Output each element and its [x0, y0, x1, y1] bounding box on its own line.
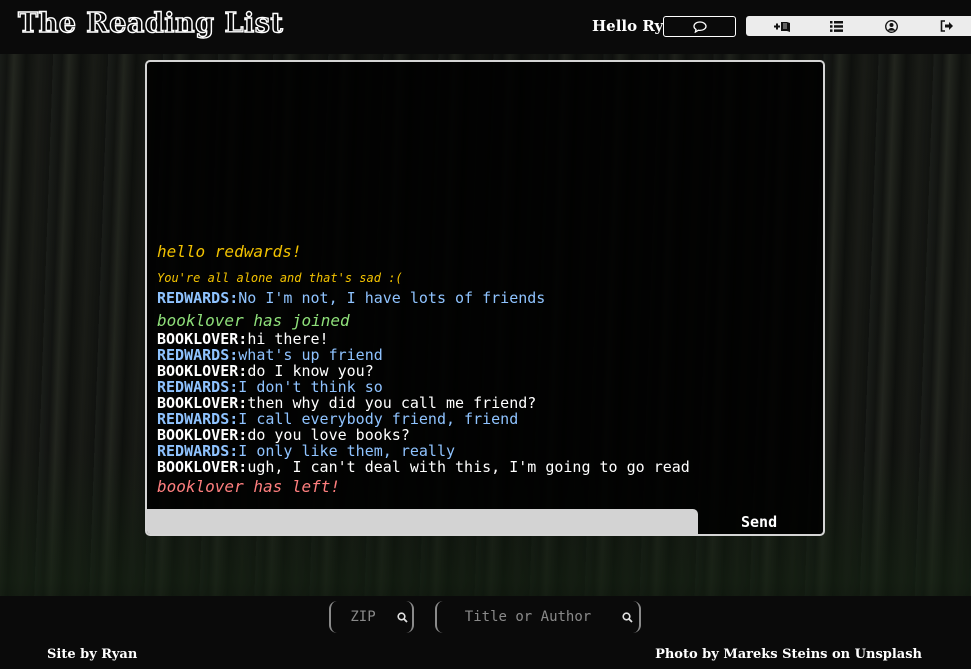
message-author: BOOKLOVER: [157, 458, 248, 476]
search-icon [621, 611, 633, 623]
left-notice: booklover has left! [157, 477, 341, 496]
chat-message: BOOKLOVER:then why did you call me frien… [157, 395, 813, 411]
chat-message: REDWARDS:I don't think so [157, 379, 813, 395]
brand-title[interactable]: The Reading List [17, 7, 283, 39]
chat-message: REDWARDS:what's up friend [157, 347, 813, 363]
title-search-button[interactable] [615, 611, 639, 623]
chat-message: REDWARDS:I call everybody friend, friend [157, 411, 813, 427]
zip-search-button[interactable] [393, 611, 412, 623]
join-notice: booklover has joined [157, 311, 350, 330]
message-log: hello redwards! You're all alone and tha… [157, 242, 813, 497]
search-icon [397, 611, 408, 623]
zip-input[interactable] [333, 608, 393, 626]
footer-bar: Site by Ryan Photo by Mareks Steins on U… [0, 596, 971, 669]
top-bar: The Reading List Hello Ryan! [0, 0, 971, 54]
chat-button[interactable] [663, 16, 736, 37]
site-credit: Site by Ryan [47, 647, 138, 662]
message-author: REDWARDS: [157, 289, 239, 307]
photo-credit[interactable]: Photo by Mareks Steins on Unsplash [655, 647, 922, 662]
title-author-search [435, 601, 641, 633]
welcome-message: hello redwards! [157, 242, 302, 261]
title-author-input[interactable] [441, 608, 615, 626]
chat-bubble-icon [692, 20, 707, 33]
chat-panel: hello redwards! You're all alone and tha… [145, 60, 825, 536]
message-text: ugh, I can't deal with this, I'm going t… [247, 458, 690, 476]
sign-out-icon [940, 20, 954, 32]
chat-message: BOOKLOVER:do you love books? [157, 427, 813, 443]
send-button[interactable]: Send [741, 513, 777, 531]
chat-message: BOOKLOVER:do I know you? [157, 363, 813, 379]
logout-button[interactable] [911, 16, 971, 36]
user-icon [885, 19, 898, 33]
message-input[interactable] [147, 509, 698, 534]
alone-message: You're all alone and that's sad :( [157, 271, 403, 285]
add-book-icon [771, 20, 793, 33]
chat-message: REDWARDS:No I'm not, I have lots of frie… [157, 290, 813, 306]
chat-message: BOOKLOVER:hi there! [157, 331, 813, 347]
chat-message: REDWARDS:I only like them, really [157, 443, 813, 459]
list-icon [830, 20, 843, 32]
chat-message: BOOKLOVER:ugh, I can't deal with this, I… [157, 459, 813, 475]
message-text: No I'm not, I have lots of friends [238, 289, 546, 307]
zip-search [329, 601, 414, 633]
